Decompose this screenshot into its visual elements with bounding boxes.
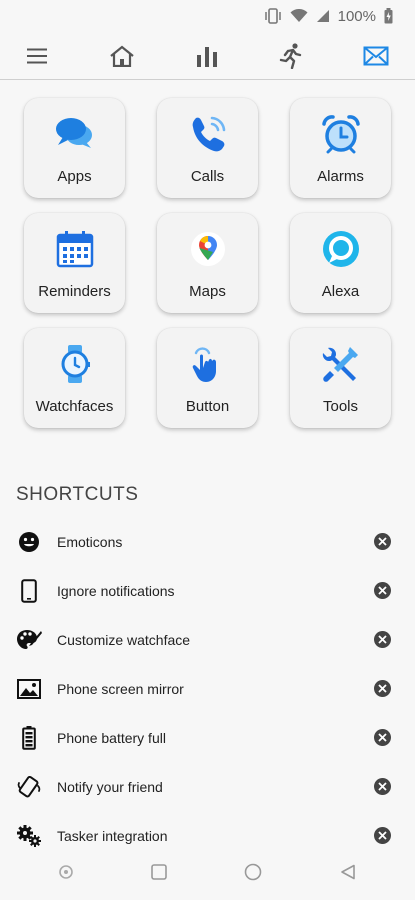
tile-label: Apps (57, 168, 92, 185)
close-icon (378, 537, 387, 546)
shortcut-label: Phone battery full (57, 729, 166, 746)
calendar-icon (55, 229, 95, 269)
battery-percent: 100% (337, 7, 376, 25)
home-button[interactable] (244, 863, 262, 886)
alarm-clock-icon (321, 114, 361, 154)
shortcut-label: Phone screen mirror (57, 680, 184, 697)
close-icon (378, 733, 387, 742)
remove-shortcut-button[interactable] (374, 778, 391, 795)
status-bar: 100% (0, 0, 415, 32)
tile-label: Reminders (38, 283, 111, 300)
mail-icon (363, 46, 389, 65)
home-tab[interactable] (99, 33, 145, 79)
close-icon (378, 831, 387, 840)
shortcut-ignore-notifications[interactable]: Ignore notifications (0, 566, 415, 615)
back-button[interactable] (340, 864, 356, 885)
stats-tab[interactable] (184, 33, 230, 79)
tile-label: Watchfaces (35, 398, 114, 415)
back-triangle-icon (341, 864, 355, 879)
activity-tab[interactable] (268, 33, 314, 79)
chat-bubbles-icon (55, 114, 95, 154)
alexa-icon (321, 229, 361, 269)
smiley-icon (16, 529, 42, 555)
tile-button[interactable]: Button (157, 328, 258, 428)
close-icon (378, 684, 387, 693)
tile-tools[interactable]: Tools (290, 328, 391, 428)
tools-icon (321, 344, 361, 384)
shortcut-phone-screen-mirror[interactable]: Phone screen mirror (0, 664, 415, 713)
remove-shortcut-button[interactable] (374, 533, 391, 550)
home-icon (110, 45, 134, 67)
shortcut-emoticons[interactable]: Emoticons (0, 517, 415, 566)
running-icon (280, 42, 302, 69)
smartphone-icon (16, 578, 42, 604)
vibrate-icon (16, 774, 42, 800)
shortcut-label: Notify your friend (57, 778, 163, 795)
close-icon (378, 635, 387, 644)
tile-reminders[interactable]: Reminders (24, 213, 125, 313)
phone-icon (188, 114, 228, 154)
image-icon (16, 676, 42, 702)
tile-label: Calls (190, 168, 225, 185)
messages-tab[interactable] (353, 33, 399, 79)
menu-button[interactable] (14, 33, 60, 79)
bar-chart-icon (196, 46, 217, 67)
remove-shortcut-button[interactable] (374, 631, 391, 648)
gears-icon (16, 823, 42, 849)
tile-label: Tools (322, 398, 359, 415)
dot-circle-icon (59, 864, 73, 879)
assistant-button[interactable] (59, 864, 73, 884)
menu-icon (27, 48, 47, 63)
remove-shortcut-button[interactable] (374, 729, 391, 746)
shortcut-label: Customize watchface (57, 631, 191, 648)
tile-label: Alarms (317, 168, 364, 185)
close-icon (378, 586, 387, 595)
tile-label: Maps (189, 283, 226, 300)
tile-alarms[interactable]: Alarms (290, 98, 391, 198)
top-navigation (0, 32, 415, 80)
remove-shortcut-button[interactable] (374, 827, 391, 844)
tile-maps[interactable]: Maps (157, 213, 258, 313)
shortcut-label: Tasker integration (57, 827, 168, 844)
tile-label: Button (185, 398, 230, 415)
tap-hand-icon (188, 344, 228, 384)
tile-label: Alexa (321, 283, 360, 300)
square-icon (150, 863, 167, 880)
wifi-icon (290, 9, 308, 23)
maps-pin-icon (188, 229, 228, 269)
tile-apps[interactable]: Apps (24, 98, 125, 198)
close-icon (378, 782, 387, 791)
recents-button[interactable] (150, 863, 167, 885)
battery-icon (16, 725, 42, 751)
shortcuts-heading: SHORTCUTS (16, 484, 139, 505)
tile-watchfaces[interactable]: Watchfaces (24, 328, 125, 428)
shortcut-label: Emoticons (57, 533, 123, 550)
signal-icon (316, 9, 330, 23)
battery-charging-icon (384, 8, 393, 24)
shortcut-customize-watchface[interactable]: Customize watchface (0, 615, 415, 664)
palette-icon (16, 627, 42, 653)
feature-grid: Apps Calls Alarms Reminders Maps Alexa W… (24, 98, 392, 428)
watch-icon (55, 344, 95, 384)
tile-calls[interactable]: Calls (157, 98, 258, 198)
shortcut-label: Ignore notifications (57, 582, 175, 599)
shortcut-phone-battery-full[interactable]: Phone battery full (0, 713, 415, 762)
shortcut-notify-your-friend[interactable]: Notify your friend (0, 762, 415, 811)
vibrate-status-icon (264, 8, 282, 24)
shortcuts-list: Emoticons Ignore notifications Customize… (0, 517, 415, 860)
circle-icon (245, 863, 262, 880)
tile-alexa[interactable]: Alexa (290, 213, 391, 313)
system-navigation-bar (0, 848, 415, 900)
remove-shortcut-button[interactable] (374, 582, 391, 599)
remove-shortcut-button[interactable] (374, 680, 391, 697)
